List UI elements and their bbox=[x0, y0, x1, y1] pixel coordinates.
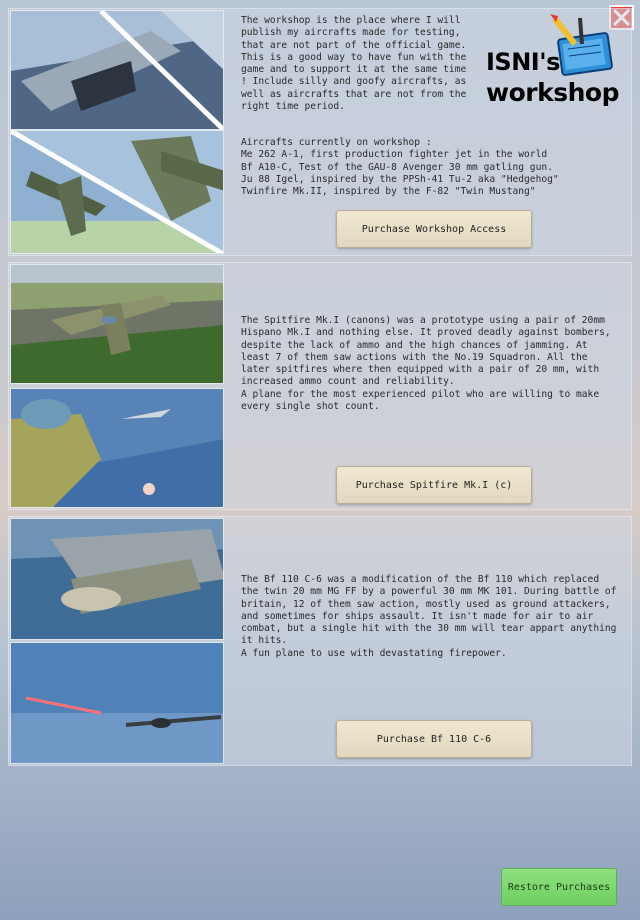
workshop-image-top bbox=[10, 10, 224, 130]
purchase-spitfire-button[interactable]: Purchase Spitfire Mk.I (c) bbox=[336, 466, 532, 504]
restore-purchases-button[interactable]: Restore Purchases bbox=[501, 868, 617, 906]
workshop-aircraft-list: Aircrafts currently on workshop : Me 262… bbox=[241, 137, 559, 198]
bf110-image-bottom bbox=[10, 642, 224, 764]
purchase-bf110-button[interactable]: Purchase Bf 110 C-6 bbox=[336, 720, 532, 758]
logo-title: ISNI's bbox=[486, 48, 560, 76]
logo-subtitle: workshop bbox=[486, 78, 619, 107]
purchase-workshop-button[interactable]: Purchase Workshop Access bbox=[336, 210, 532, 248]
workshop-image-bottom bbox=[10, 130, 224, 254]
spitfire-description: The Spitfire Mk.I (canons) was a prototy… bbox=[241, 315, 611, 413]
bf110-description: The Bf 110 C-6 was a modification of the… bbox=[241, 574, 617, 659]
spitfire-image-top bbox=[10, 264, 224, 384]
spitfire-image-bottom bbox=[10, 388, 224, 508]
bf110-image-top bbox=[10, 518, 224, 640]
